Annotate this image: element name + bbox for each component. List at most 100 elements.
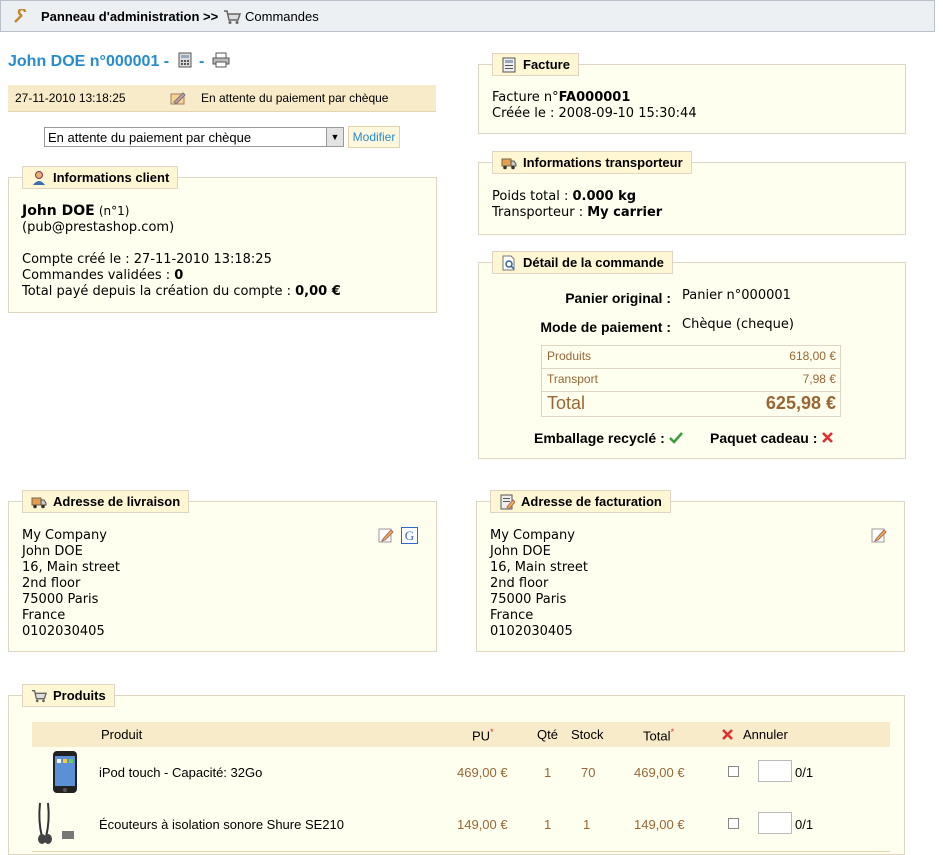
gift-wrapping: Paquet cadeau : [710, 430, 834, 446]
invoice-legend: Facture [492, 53, 579, 76]
order-status-select[interactable]: En attente du paiement par chèque ▼ [44, 127, 344, 147]
product-row: iPod touch - Capacité: 32Go 469,00 € 1 7… [32, 747, 890, 800]
client-name: John DOE [22, 203, 95, 219]
cancel-quantity-max: 0/1 [795, 765, 814, 780]
client-info-title: Informations client [53, 170, 170, 185]
order-totals-table: Produits 618,00 € Transport 7,98 € Total… [541, 345, 841, 417]
modify-status-button[interactable]: Modifier [348, 126, 400, 148]
client-created: Compte créé le : 27-11-2010 13:18:25 [22, 252, 272, 267]
totals-shipping-row: Transport 7,98 € [542, 369, 840, 392]
user-icon [33, 171, 45, 185]
totals-total-value: 625,98 € [765, 393, 836, 413]
product-stock: 1 [583, 817, 591, 832]
carrier-name-label: Transporteur : [492, 205, 584, 220]
totals-products-row: Produits 618,00 € [542, 346, 840, 369]
cancel-quantity-max: 0/1 [795, 817, 814, 832]
product-total: 469,00 € [634, 765, 685, 780]
recycled-packaging: Emballage recyclé : [534, 430, 683, 446]
carrier-weight: Poids total : 0.000 kg [492, 189, 636, 204]
gift-label: Paquet cadeau : [710, 430, 818, 446]
client-name-line: John DOE (n°1) [22, 203, 129, 219]
totals-shipping-label: Transport [547, 372, 598, 386]
header-total-label: Total [643, 728, 671, 744]
calculator-icon[interactable] [178, 52, 192, 68]
cancel-checkbox[interactable] [728, 766, 739, 777]
header-unit-price: PU* [472, 727, 494, 743]
billing-name: John DOE [490, 544, 551, 559]
document-search-icon [502, 255, 515, 271]
order-detail-legend: Détail de la commande [492, 251, 673, 274]
cancel-quantity-input[interactable] [758, 812, 792, 834]
billing-street2: 2nd floor [490, 576, 549, 591]
status-date: 27-11-2010 13:18:25 [15, 91, 126, 105]
cancel-checkbox[interactable] [728, 818, 739, 829]
header-total: Total* [643, 727, 674, 743]
chevron-down-icon[interactable]: ▼ [326, 128, 343, 146]
billing-address-legend: Adresse de facturation [490, 490, 671, 513]
delivery-company: My Company [22, 528, 107, 543]
header-unit-label: PU [472, 728, 491, 744]
recycled-label: Emballage recyclé : [534, 430, 665, 446]
client-created-value: 27-11-2010 13:18:25 [133, 252, 272, 267]
invoice-number-value: FA000001 [558, 90, 631, 105]
pending-payment-icon [170, 92, 186, 105]
delivery-street2: 2nd floor [22, 576, 81, 591]
check-icon [668, 432, 683, 444]
carrier-legend: Informations transporteur [492, 151, 692, 174]
title-separator: - [199, 53, 205, 70]
client-orders: Commandes validées : 0 [22, 268, 183, 283]
truck-icon [501, 158, 517, 170]
client-orders-value: 0 [174, 268, 184, 283]
delivery-address-title: Adresse de livraison [53, 494, 181, 509]
billing-city: 75000 Paris [490, 592, 567, 607]
billing-address-lines: My Company John DOE 16, Main street 2nd … [490, 528, 588, 640]
client-total-value: 0,00 € [295, 284, 341, 299]
carrier-weight-label: Poids total : [492, 189, 569, 204]
product-name[interactable]: iPod touch - Capacité: 32Go [99, 765, 262, 780]
product-stock: 70 [581, 765, 596, 780]
product-unit-price: 149,00 € [457, 817, 508, 832]
breadcrumb-root[interactable]: Panneau d'administration >> [41, 9, 218, 24]
order-detail-title: Détail de la commande [523, 255, 664, 270]
totals-shipping-value: 7,98 € [802, 372, 836, 386]
client-total: Total payé depuis la création du compte … [22, 284, 341, 299]
client-orders-label: Commandes validées : [22, 268, 171, 283]
billing-phone: 0102030405 [490, 624, 573, 639]
truck-icon [31, 497, 47, 509]
client-info-legend: Informations client [22, 166, 179, 189]
product-qty: 1 [544, 765, 552, 780]
delivery-street: 16, Main street [22, 560, 120, 575]
invoice-edit-icon [500, 494, 515, 510]
carrier-title: Informations transporteur [523, 155, 683, 170]
cancel-quantity-input[interactable] [758, 760, 792, 782]
payment-label: Mode de paiement : [540, 319, 671, 335]
breadcrumb: Panneau d'administration >> Commandes [0, 0, 935, 32]
status-text: En attente du paiement par chèque [201, 91, 389, 105]
billing-address-title: Adresse de facturation [521, 494, 662, 509]
order-status-selected: En attente du paiement par chèque [48, 130, 252, 145]
edit-icon[interactable] [871, 527, 887, 543]
cart-icon [224, 10, 241, 24]
billing-street: 16, Main street [490, 560, 588, 575]
invoice-date: Créée le : 2008-09-10 15:30:44 [492, 106, 697, 121]
billing-country: France [490, 608, 534, 623]
product-qty: 1 [544, 817, 552, 832]
payment-value: Chèque (cheque) [682, 317, 794, 332]
carrier-name-value: My carrier [587, 205, 663, 220]
delivery-phone: 0102030405 [22, 624, 105, 639]
cart-value[interactable]: Panier n°000001 [682, 288, 791, 303]
product-name[interactable]: Écouteurs à isolation sonore Shure SE210 [99, 817, 344, 832]
product-thumbnail[interactable] [52, 750, 78, 794]
google-maps-icon[interactable]: G [401, 527, 418, 544]
print-icon[interactable] [212, 52, 230, 68]
product-row: Écouteurs à isolation sonore Shure SE210… [32, 799, 890, 852]
invoice-icon [502, 57, 516, 73]
product-thumbnail[interactable] [36, 801, 80, 847]
delivery-address-lines: My Company John DOE 16, Main street 2nd … [22, 528, 120, 640]
cross-icon [822, 432, 834, 443]
breadcrumb-current: Commandes [245, 9, 319, 24]
wrench-icon [14, 9, 27, 23]
cross-icon [722, 729, 733, 740]
edit-icon[interactable] [378, 527, 394, 543]
totals-total-row: Total 625,98 € [542, 392, 840, 416]
